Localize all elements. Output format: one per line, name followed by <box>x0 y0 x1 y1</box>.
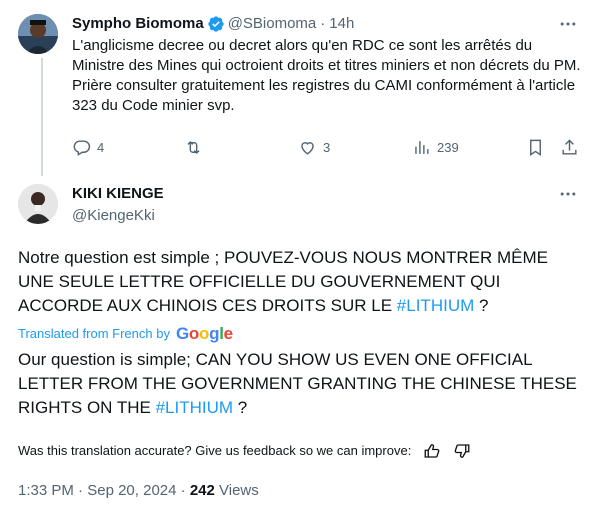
translation-feedback: Was this translation accurate? Give us f… <box>18 441 471 461</box>
views-bar-chart-icon <box>415 141 429 154</box>
translated-text: Our question is simple; CAN YOU SHOW US … <box>18 348 583 420</box>
like-button[interactable]: 3 <box>298 138 330 157</box>
views-count: 242 <box>189 482 215 499</box>
avatar-image <box>18 184 58 224</box>
post-time[interactable]: 1:33 PM <box>18 482 74 499</box>
reply-bubble-icon <box>73 140 91 156</box>
reply-text: L'anglicisme decree ou decret alors qu'e… <box>72 37 581 114</box>
tweet-header: KIKI KIENGE @KiengeKki <box>72 184 164 226</box>
feedback-prompt: Was this translation accurate? Give us f… <box>18 443 412 458</box>
thumbs-down-icon[interactable] <box>453 442 471 460</box>
thumbs-up-icon[interactable] <box>423 442 441 460</box>
post-date[interactable]: Sep 20, 2024 <box>87 482 176 499</box>
reply-header: Sympho Biomoma @SBiomoma · 14h <box>72 14 354 34</box>
google-logo: Google <box>175 324 233 343</box>
translation-attribution[interactable]: Translated from French by Google <box>18 325 233 343</box>
hashtag-link[interactable]: #LITHIUM <box>156 398 233 417</box>
post-time[interactable]: 14h <box>329 14 354 34</box>
meta-separator: · <box>180 482 186 499</box>
reply-actions-bar: 4 3 239 <box>72 138 582 162</box>
bookmark-button[interactable] <box>526 138 545 157</box>
translated-text-part: ? <box>233 398 248 417</box>
reply-count: 4 <box>97 140 105 155</box>
thread-connector-line <box>41 58 43 176</box>
avatar[interactable] <box>18 14 58 54</box>
heart-icon <box>301 142 314 155</box>
hashtag-link[interactable]: #LITHIUM <box>397 296 474 315</box>
avatar-image <box>18 14 58 54</box>
retweet-icon <box>187 140 200 155</box>
retweet-button[interactable] <box>184 138 203 157</box>
more-dots-icon[interactable] <box>558 14 578 34</box>
author-name[interactable]: Sympho Biomoma <box>72 14 204 34</box>
author-name[interactable]: KIKI KIENGE <box>72 184 164 204</box>
meta-separator: · <box>320 15 326 32</box>
bookmark-icon <box>530 139 541 156</box>
author-handle[interactable]: @SBiomoma <box>228 14 317 34</box>
translated-text-part: Our question is simple; CAN YOU SHOW US … <box>18 350 577 417</box>
reply-tweet[interactable]: Sympho Biomoma @SBiomoma · 14h L'anglici… <box>0 0 598 176</box>
post-timestamp: 1:33 PM · Sep 20, 2024 · 242 Views <box>18 481 259 501</box>
more-dots-icon[interactable] <box>558 184 578 204</box>
views-label: Views <box>219 482 259 499</box>
author-handle[interactable]: @KiengeKki <box>72 206 164 226</box>
share-icon <box>562 139 577 155</box>
views-count: 239 <box>437 140 459 155</box>
tweet-text-part: ? <box>474 296 489 315</box>
like-count: 3 <box>323 140 331 155</box>
avatar[interactable] <box>18 184 58 224</box>
reply-button[interactable]: 4 <box>72 138 104 157</box>
verified-badge-icon <box>208 16 224 32</box>
meta-separator: · <box>78 482 84 499</box>
translated-label: Translated from French by <box>18 326 170 341</box>
views-button[interactable]: 239 <box>412 138 459 157</box>
share-button[interactable] <box>560 138 579 157</box>
tweet-text: Notre question est simple ; POUVEZ-VOUS … <box>18 246 583 318</box>
